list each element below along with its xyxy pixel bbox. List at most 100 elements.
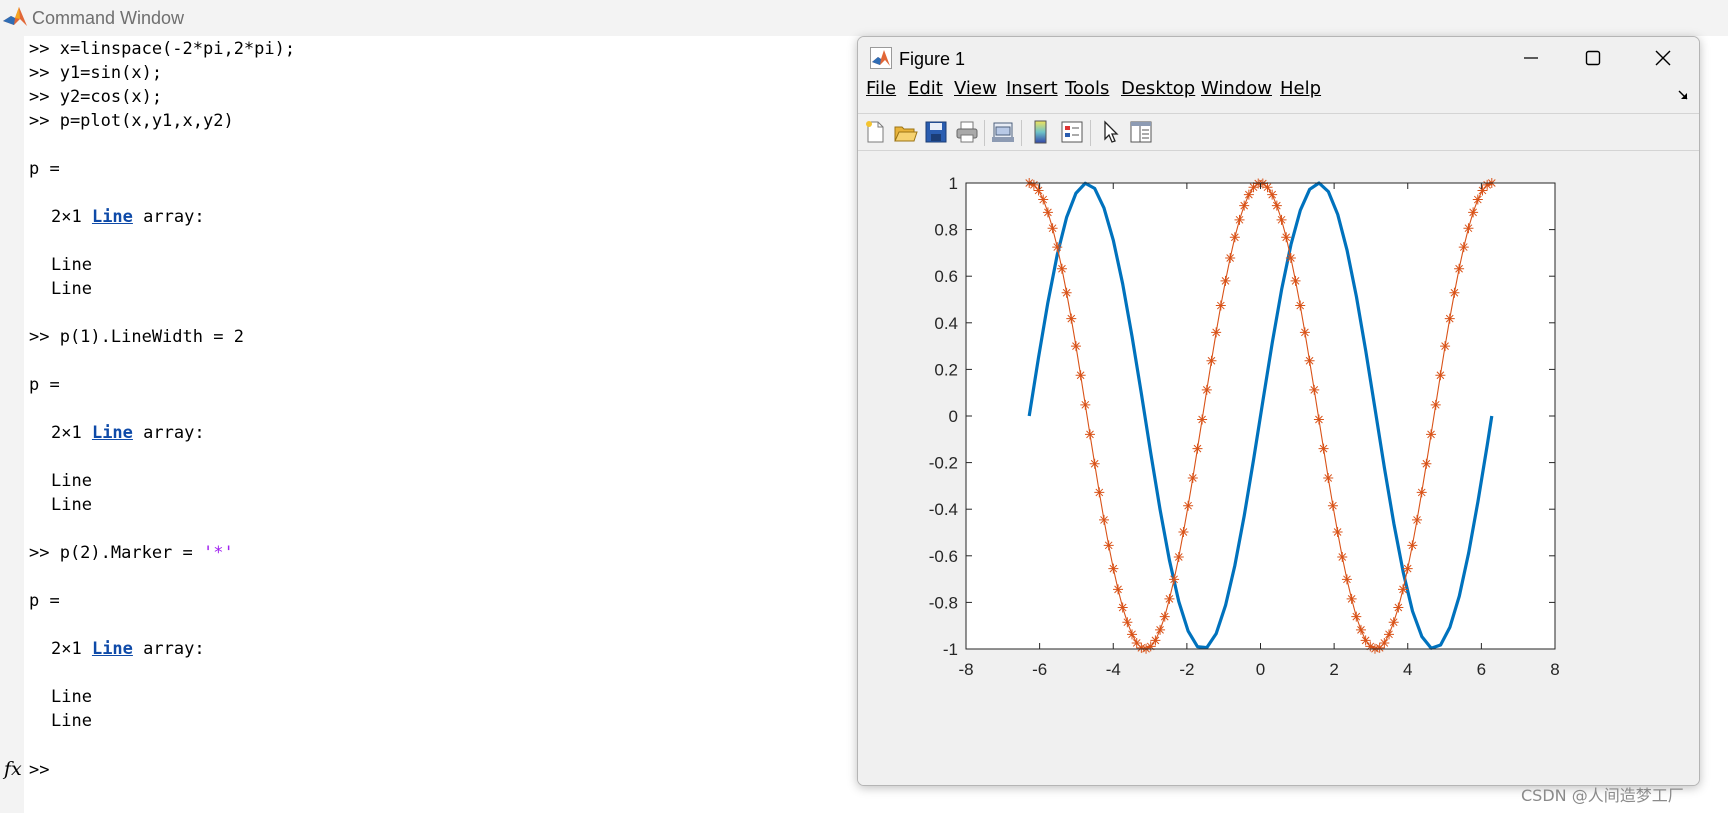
maximize-button[interactable] bbox=[1558, 37, 1628, 79]
series-2-star-marker bbox=[1402, 563, 1413, 574]
watermark: CSDN @人间造梦工厂 bbox=[1521, 786, 1684, 805]
menu-desktop[interactable]: Desktop bbox=[1121, 77, 1195, 101]
cmd-output: p = bbox=[29, 159, 60, 179]
print-icon[interactable] bbox=[954, 119, 980, 145]
menu-tools-label: Tools bbox=[1065, 78, 1110, 99]
property-editor-icon[interactable] bbox=[1128, 119, 1154, 145]
menu-edit-label: Edit bbox=[908, 78, 943, 99]
series-2-star-marker bbox=[1262, 182, 1273, 193]
line-doc-link[interactable]: Line bbox=[92, 639, 133, 659]
colorbar-icon[interactable] bbox=[1028, 119, 1054, 145]
menu-insert-label: Insert bbox=[1006, 78, 1058, 99]
menu-window-label: Window bbox=[1201, 78, 1272, 99]
minimize-button[interactable] bbox=[1496, 37, 1566, 79]
series-2-star-marker bbox=[1407, 540, 1418, 551]
command-prompt[interactable]: >> bbox=[29, 758, 49, 782]
menu-tools[interactable]: Tools bbox=[1065, 77, 1109, 101]
cmd-line: >> p=plot(x,y1,x,y2) bbox=[29, 111, 234, 131]
y-tick-label: 0.8 bbox=[934, 221, 958, 240]
series-2-star-marker bbox=[1323, 472, 1334, 483]
figure-toolbar bbox=[858, 113, 1699, 151]
menu-help[interactable]: Help bbox=[1280, 77, 1321, 101]
y-tick-label: 0 bbox=[949, 407, 958, 426]
x-tick-label: -2 bbox=[1179, 660, 1194, 679]
toolbar-separator bbox=[1090, 120, 1091, 146]
plot-area[interactable]: -8 -6 -4 -2 0 2 4 6 8 -1 -0.8 -0.6 -0.4 -0.2 0 0.2 0.4 0.… bbox=[858, 151, 1699, 785]
save-icon[interactable] bbox=[923, 119, 949, 145]
menu-view-label: View bbox=[954, 78, 997, 99]
cmd-output-text: array: bbox=[132, 423, 205, 443]
y-tick-label: -0.2 bbox=[929, 454, 958, 473]
x-tick-label: -8 bbox=[958, 660, 973, 679]
series-2-star-marker bbox=[1225, 253, 1236, 264]
legend-icon[interactable] bbox=[1059, 119, 1085, 145]
edit-plot-icon[interactable] bbox=[1098, 119, 1124, 145]
cmd-output-text: 2×1 bbox=[51, 639, 92, 659]
cmd-output: Line bbox=[51, 711, 92, 731]
toolbar-separator bbox=[1021, 120, 1022, 146]
cmd-line: >> x=linspace(-2*pi,2*pi); bbox=[29, 39, 296, 59]
cmd-output: Line bbox=[51, 495, 92, 515]
series-2-star-marker bbox=[1299, 327, 1310, 338]
cmd-line: >> y2=cos(x); bbox=[29, 87, 163, 107]
menu-file-label: File bbox=[866, 78, 897, 99]
cmd-output-text: 2×1 bbox=[51, 207, 92, 227]
cmd-output: Line bbox=[51, 255, 92, 275]
series-2-star-marker bbox=[1440, 341, 1451, 352]
series-2-star-marker bbox=[1468, 207, 1479, 218]
figure-window: Figure 1 File Edit View Insert Tools Des… bbox=[857, 36, 1700, 786]
command-window-title: Command Window bbox=[32, 8, 185, 28]
cmd-input-text: >> p(2).Marker = bbox=[29, 543, 203, 563]
link-plot-icon[interactable] bbox=[990, 119, 1016, 145]
function-browser-icon[interactable]: fx bbox=[4, 758, 22, 780]
series-2-star-marker bbox=[1229, 232, 1240, 243]
line-doc-link[interactable]: Line bbox=[92, 423, 133, 443]
y-tick-label: 0.2 bbox=[934, 360, 958, 379]
series-2-star-marker bbox=[1169, 574, 1180, 585]
dock-arrow-icon[interactable] bbox=[1677, 89, 1689, 101]
line-doc-link[interactable]: Line bbox=[92, 207, 133, 227]
y-tick-label: -1 bbox=[943, 640, 958, 659]
x-tick-label: 4 bbox=[1403, 660, 1412, 679]
menu-view[interactable]: View bbox=[954, 77, 997, 101]
open-file-icon[interactable] bbox=[892, 119, 918, 145]
x-tick-label: 0 bbox=[1256, 660, 1265, 679]
y-tick-label: -0.6 bbox=[929, 547, 958, 566]
close-button[interactable] bbox=[1628, 37, 1698, 79]
series-2-star-marker bbox=[1472, 194, 1483, 205]
y-tick-label: 0.4 bbox=[934, 314, 958, 333]
series-2-star-marker bbox=[1084, 429, 1095, 440]
series-2-star-marker bbox=[1435, 370, 1446, 381]
menu-help-label: Help bbox=[1280, 78, 1322, 99]
cmd-output-text: array: bbox=[132, 639, 205, 659]
x-tick-label: 2 bbox=[1329, 660, 1338, 679]
menu-insert[interactable]: Insert bbox=[1006, 77, 1058, 101]
menu-edit[interactable]: Edit bbox=[908, 77, 943, 101]
line-chart[interactable]: -8 -6 -4 -2 0 2 4 6 8 -1 -0.8 -0.6 -0.4 -0.2 0 0.2 0.4 0.… bbox=[858, 151, 1699, 785]
menu-desktop-label: Desktop bbox=[1121, 78, 1196, 99]
figure-title: Figure 1 bbox=[899, 49, 966, 69]
command-window-gutter bbox=[0, 36, 24, 813]
cmd-output: p = bbox=[29, 591, 60, 611]
x-tick-label: -4 bbox=[1106, 660, 1121, 679]
y-tick-label: -0.8 bbox=[929, 593, 958, 612]
cmd-output: p = bbox=[29, 375, 60, 395]
menu-file[interactable]: File bbox=[866, 77, 896, 101]
y-tick-label: -0.4 bbox=[929, 500, 958, 519]
cmd-output: Line bbox=[51, 687, 92, 707]
cmd-output-text: array: bbox=[132, 207, 205, 227]
series-2-star-marker bbox=[1318, 443, 1329, 454]
menu-window[interactable]: Window bbox=[1201, 77, 1272, 101]
cmd-output: 2×1 Line array: bbox=[51, 205, 205, 229]
x-tick-label: -6 bbox=[1032, 660, 1047, 679]
new-figure-icon[interactable] bbox=[862, 119, 888, 145]
cmd-output: 2×1 Line array: bbox=[51, 637, 205, 661]
cmd-output: Line bbox=[51, 471, 92, 491]
x-tick-label: 6 bbox=[1477, 660, 1486, 679]
maximize-icon bbox=[1585, 50, 1601, 66]
toolbar-separator bbox=[984, 120, 985, 146]
figure-matlab-logo-icon bbox=[870, 47, 892, 69]
cmd-output: Line bbox=[51, 279, 92, 299]
figure-titlebar[interactable]: Figure 1 bbox=[858, 37, 1699, 79]
cmd-line: >> y1=sin(x); bbox=[29, 63, 163, 83]
